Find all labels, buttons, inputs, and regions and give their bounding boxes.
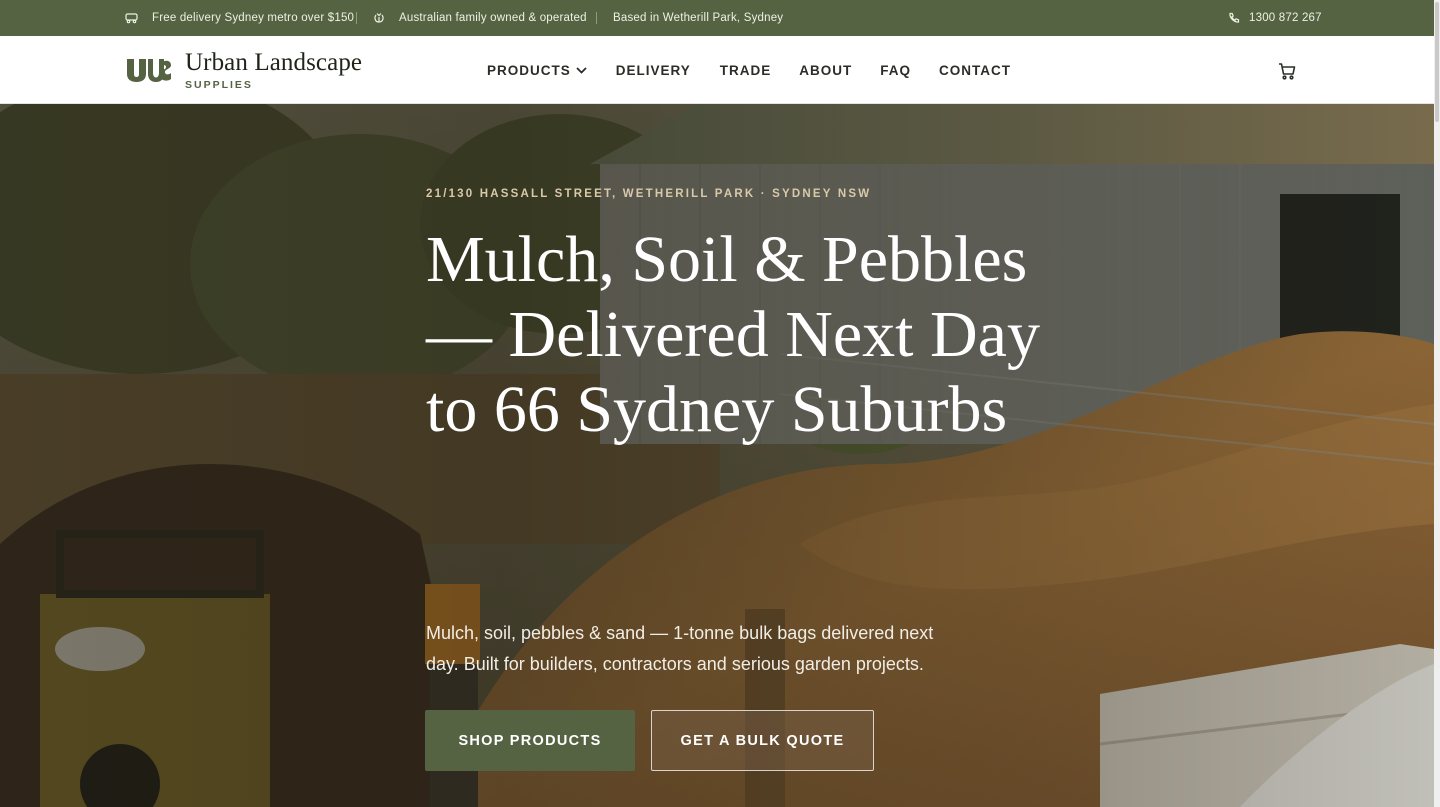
shop-products-button[interactable]: SHOP PRODUCTS <box>425 710 635 771</box>
hero-address: 21/130 HASSALL STREET, WETHERILL PARK · … <box>426 188 872 200</box>
family-owned-text: Australian family owned & operated <box>399 12 587 24</box>
nav-products-label: PRODUCTS <box>487 62 571 78</box>
hero-overlay <box>0 104 1434 807</box>
brand-subtitle: SUPPLIES <box>185 78 253 91</box>
location-text: Based in Wetherill Park, Sydney <box>613 12 784 24</box>
hero-section: 21/130 HASSALL STREET, WETHERILL PARK · … <box>0 104 1434 807</box>
nav-delivery[interactable]: DELIVERY <box>616 63 691 78</box>
phone-number: 1300 872 267 <box>1249 12 1322 24</box>
cart-icon[interactable] <box>1276 60 1298 82</box>
page-scrollbar[interactable] <box>1434 0 1440 807</box>
family-owned-note: Australian family owned & operated <box>373 0 587 36</box>
nav-faq[interactable]: FAQ <box>880 63 911 78</box>
free-delivery-text: Free delivery Sydney metro over $150 <box>152 12 355 24</box>
brand-name: Urban Landscape <box>185 48 363 76</box>
nav-contact[interactable]: CONTACT <box>939 63 1011 78</box>
chevron-down-icon <box>576 67 587 74</box>
nav-products[interactable]: PRODUCTS <box>487 63 587 78</box>
bulk-quote-button[interactable]: GET A BULK QUOTE <box>651 710 874 771</box>
divider <box>356 12 357 24</box>
main-nav: PRODUCTS DELIVERY TRADE ABOUT FAQ CONTAC… <box>487 36 1011 104</box>
phone-link[interactable]: 1300 872 267 <box>1228 0 1322 36</box>
hero-headline: Mulch, Soil & Pebbles — Delivered Next D… <box>426 223 1040 446</box>
logo-mark-icon <box>127 59 171 82</box>
scrollbar-thumb[interactable] <box>1435 2 1439 122</box>
nav-trade[interactable]: TRADE <box>720 63 772 78</box>
announcement-bar: Free delivery Sydney metro over $150 Aus… <box>0 0 1434 36</box>
site-logo[interactable]: Urban Landscape SUPPLIES <box>126 48 362 92</box>
free-delivery-note: Free delivery Sydney metro over $150 <box>125 0 354 36</box>
phone-icon <box>1229 12 1240 23</box>
site-header: Urban Landscape SUPPLIES PRODUCTS DELIVE… <box>0 36 1434 104</box>
leaf-icon <box>374 13 384 23</box>
divider <box>596 12 597 24</box>
hero-description: Mulch, soil, pebbles & sand — 1-tonne bu… <box>426 623 934 674</box>
nav-about[interactable]: ABOUT <box>799 63 852 78</box>
truck-icon <box>125 13 138 24</box>
location-note: Based in Wetherill Park, Sydney <box>613 0 783 36</box>
